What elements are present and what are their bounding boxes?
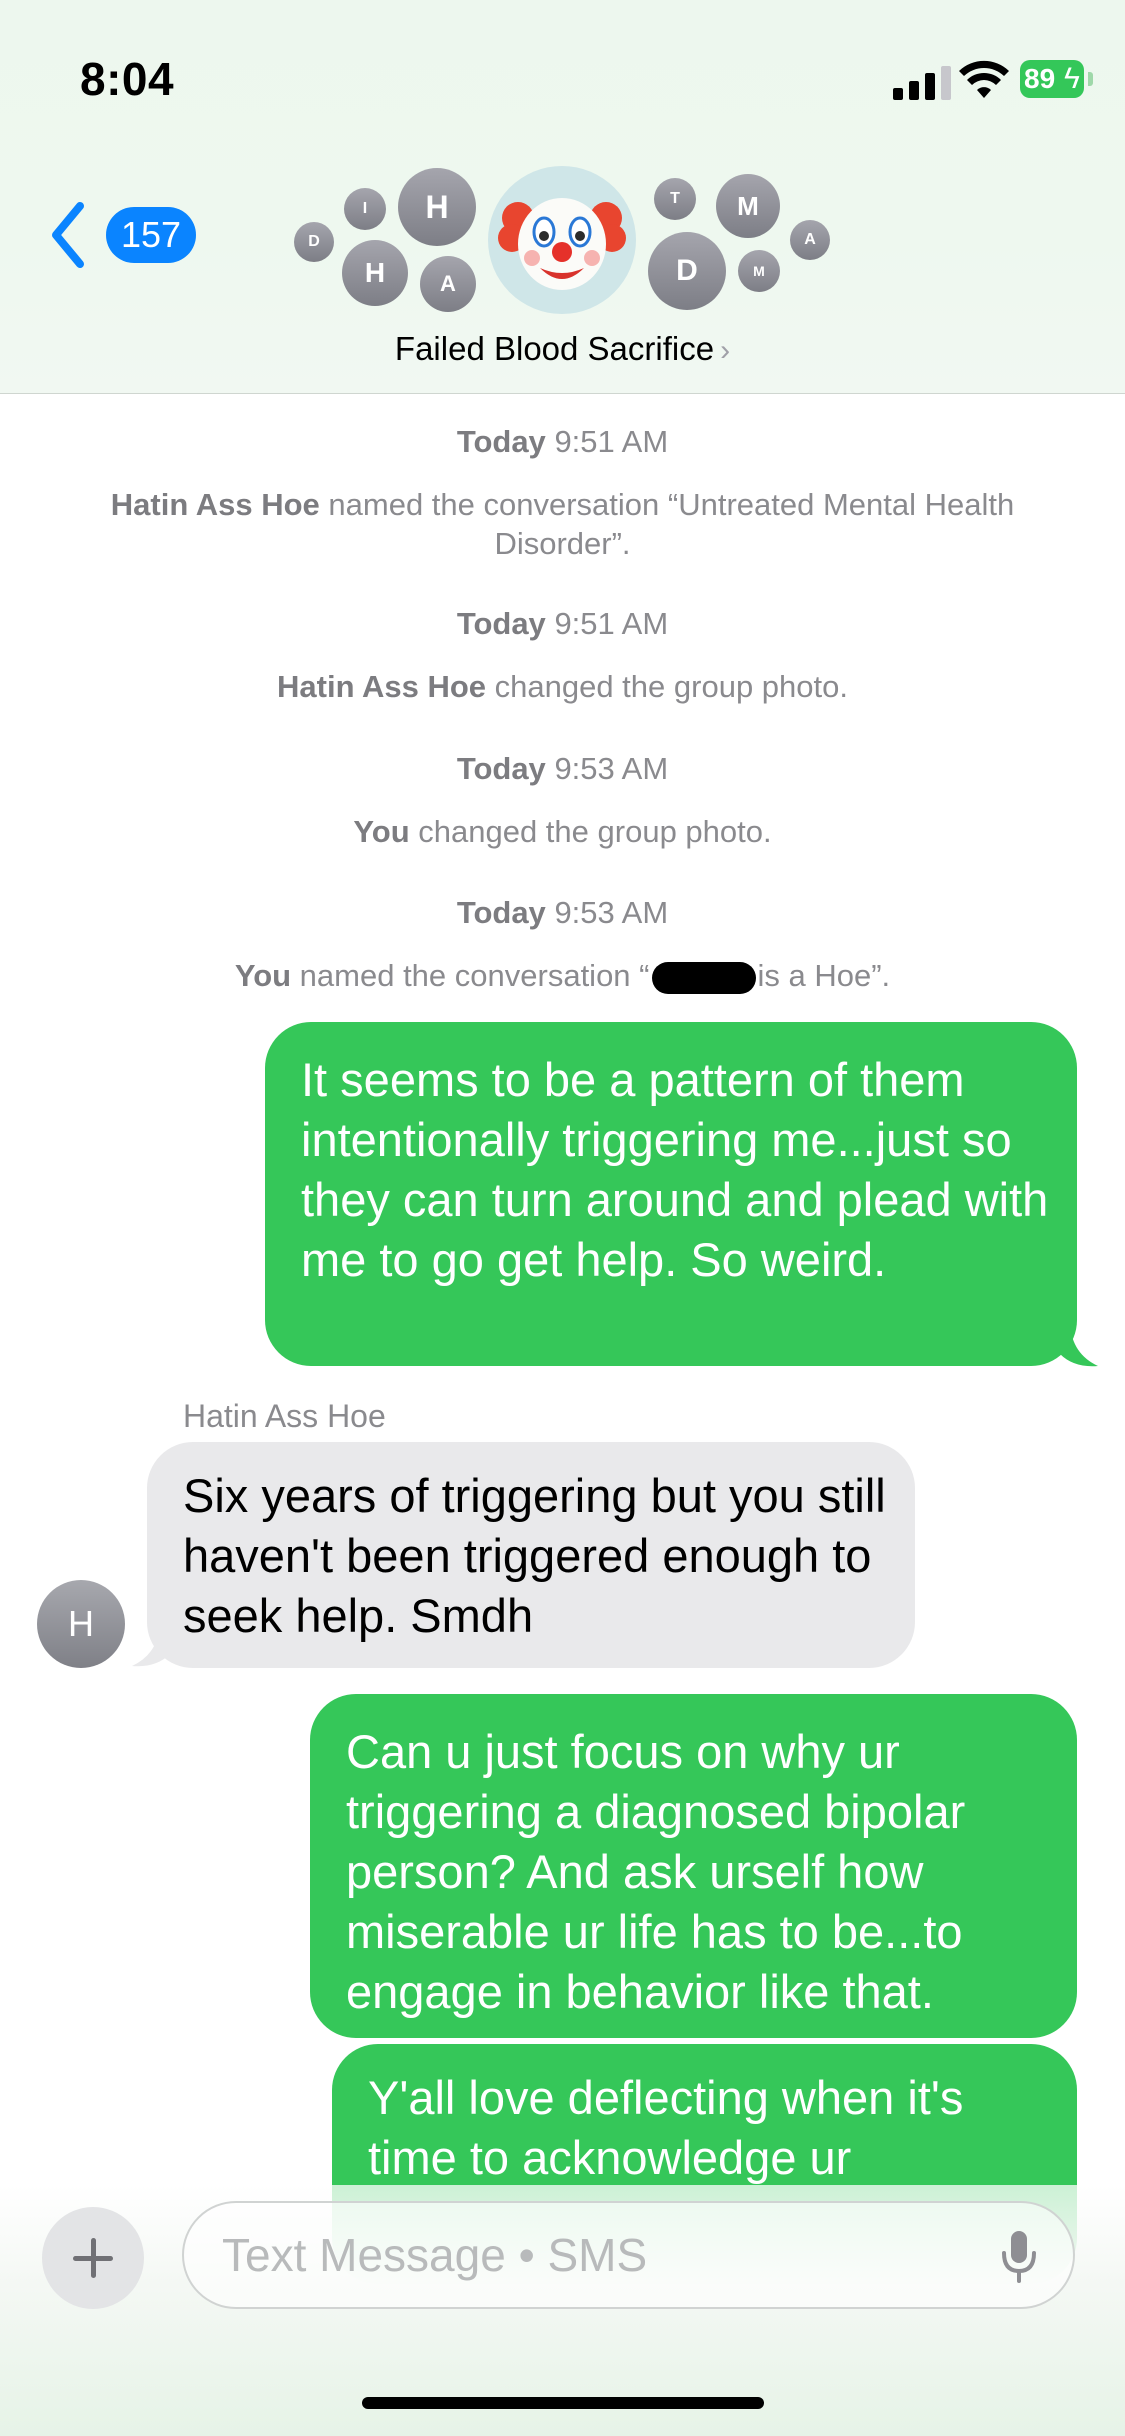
conversation-header: 8:04 89 ϟ 157 D I H H A T M D M A Failed… bbox=[0, 0, 1125, 394]
wifi-icon bbox=[959, 60, 1009, 98]
cellular-signal-icon bbox=[893, 66, 953, 100]
status-time: 8:04 bbox=[80, 53, 175, 105]
battery-icon: 89 ϟ bbox=[1020, 60, 1096, 100]
member-avatar[interactable]: D bbox=[294, 222, 334, 262]
home-indicator[interactable] bbox=[362, 2397, 764, 2409]
member-avatar[interactable]: M bbox=[716, 174, 780, 238]
system-event: You changed the group photo. bbox=[353, 814, 772, 849]
incoming-message[interactable]: Six years of triggering but you still ha… bbox=[147, 1442, 915, 1668]
timestamp: Today 9:53 AM bbox=[456, 751, 669, 786]
system-event: Hatin Ass Hoe named the conversation “Un… bbox=[110, 487, 1015, 561]
sender-name: Hatin Ass Hoe bbox=[183, 1398, 386, 1434]
timestamp: Today 9:53 AM bbox=[456, 895, 669, 930]
member-avatar[interactable]: D bbox=[648, 232, 726, 310]
message-input-placeholder: Text Message • SMS bbox=[222, 2229, 648, 2281]
member-avatar[interactable]: A bbox=[790, 220, 830, 260]
member-avatar[interactable]: H bbox=[398, 168, 476, 246]
member-avatar[interactable]: H bbox=[342, 240, 408, 306]
timestamp: Today 9:51 AM bbox=[456, 606, 669, 641]
outgoing-message[interactable]: Can u just focus on why ur triggering a … bbox=[310, 1694, 1077, 2038]
back-chevron-icon[interactable] bbox=[48, 200, 88, 270]
bubble-tail bbox=[132, 1624, 170, 1667]
system-event: Hatin Ass Hoe changed the group photo. bbox=[277, 669, 848, 704]
outgoing-message[interactable]: It seems to be a pattern of them intenti… bbox=[265, 1022, 1077, 1366]
battery-level: 89 bbox=[1024, 63, 1056, 94]
system-event: You named the conversation “is a Hoe”. bbox=[234, 958, 891, 994]
plus-icon[interactable] bbox=[42, 2207, 144, 2309]
timestamp: Today 9:51 AM bbox=[456, 424, 669, 459]
group-name[interactable]: Failed Blood Sacrifice › bbox=[0, 330, 1125, 368]
member-avatar[interactable]: T bbox=[654, 178, 696, 220]
member-avatar[interactable]: I bbox=[344, 188, 386, 230]
bubble-tail bbox=[1060, 1324, 1098, 1367]
sender-avatar[interactable]: H bbox=[37, 1580, 125, 1668]
back-unread-count[interactable]: 157 bbox=[106, 207, 196, 263]
member-avatar[interactable]: M bbox=[738, 250, 780, 292]
clown-face-icon bbox=[498, 198, 626, 290]
microphone-icon[interactable] bbox=[999, 2229, 1039, 2285]
group-photo[interactable] bbox=[488, 166, 636, 314]
member-avatar[interactable]: A bbox=[420, 256, 476, 312]
group-name-label: Failed Blood Sacrifice bbox=[394, 330, 715, 367]
redaction-mark bbox=[651, 961, 756, 994]
message-input[interactable]: Text Message • SMS bbox=[182, 2201, 1075, 2309]
chevron-right-icon: › bbox=[720, 334, 731, 367]
